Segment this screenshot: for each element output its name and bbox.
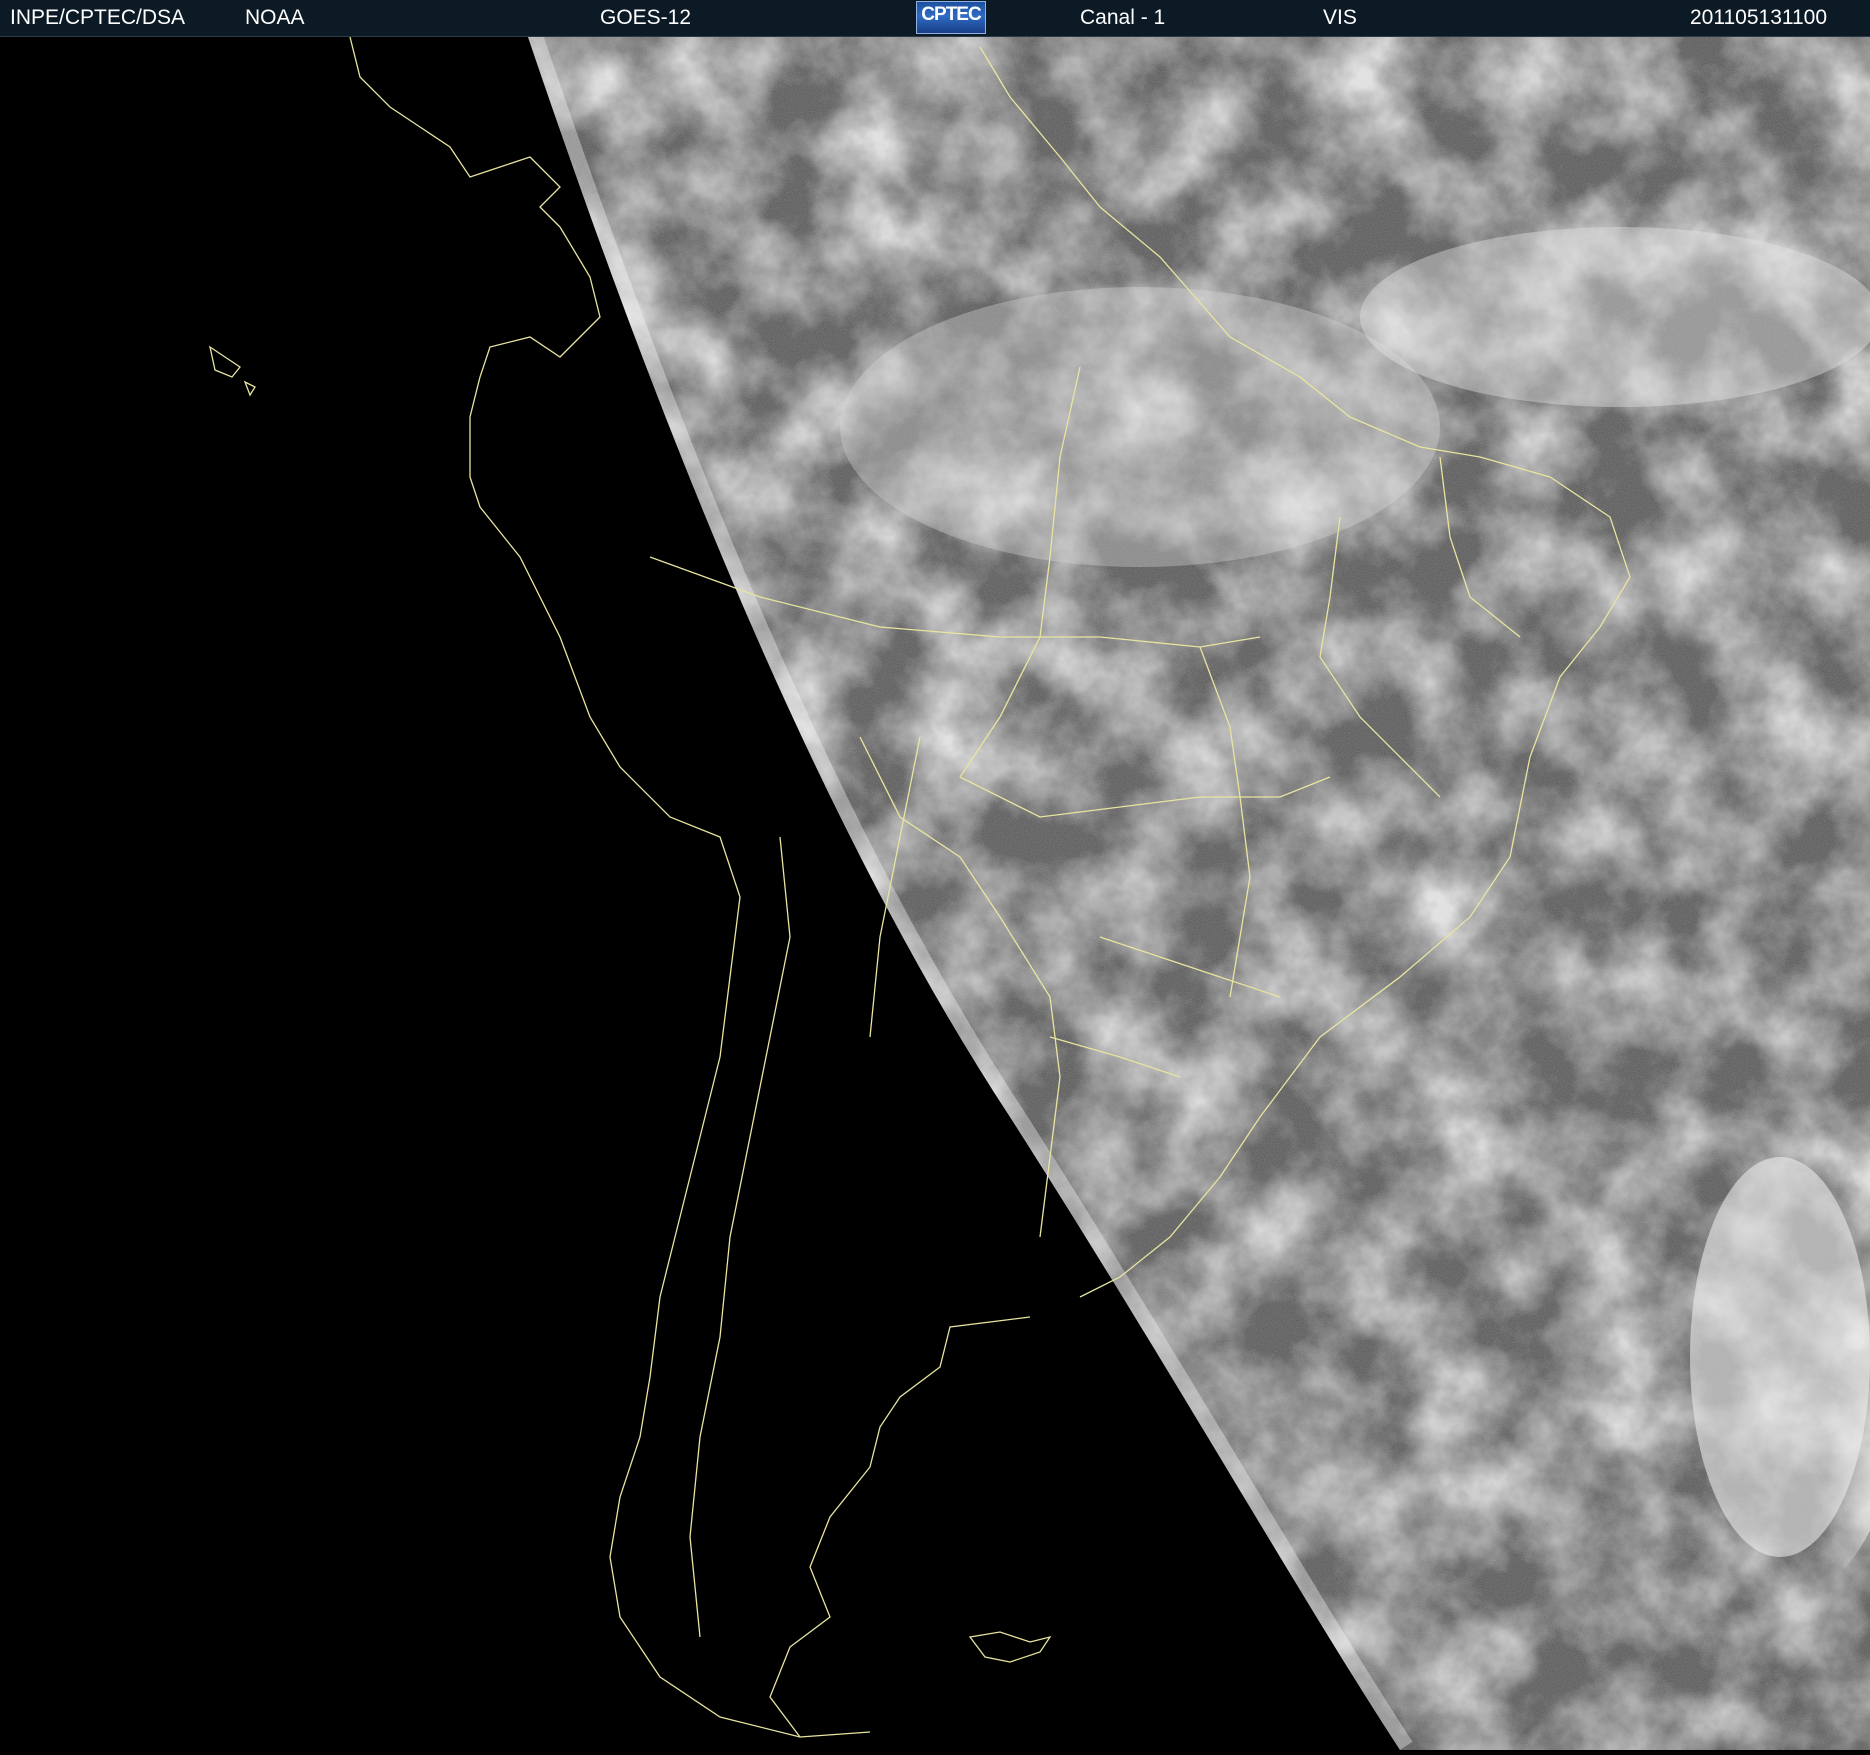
header-bar: INPE/CPTEC/DSA NOAA GOES-12 CPTEC Canal … — [0, 0, 1870, 37]
provider-label: NOAA — [245, 6, 305, 29]
timestamp-label: 201105131100 — [1690, 6, 1828, 29]
logo-text: CPTEC — [921, 4, 981, 25]
satellite-image-svg — [0, 36, 1870, 1750]
channel-label: Canal - 1 — [1080, 6, 1166, 29]
band-label: VIS — [1323, 6, 1357, 29]
cptec-logo: CPTEC — [916, 1, 986, 34]
satellite-image — [0, 36, 1870, 1750]
agency-label: INPE/CPTEC/DSA — [10, 6, 186, 29]
satellite-label: GOES-12 — [600, 6, 692, 29]
